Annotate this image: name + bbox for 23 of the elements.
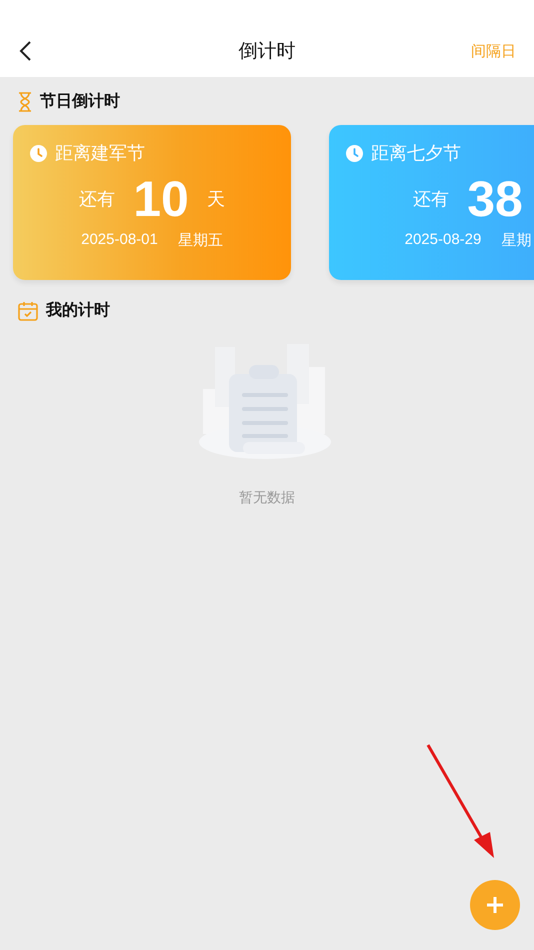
clock-icon <box>30 144 47 162</box>
days-unit: 天 <box>206 188 225 211</box>
page-title: 倒计时 <box>238 39 296 64</box>
hourglass-icon <box>18 92 32 112</box>
card-title: 距离建军节 <box>55 142 145 165</box>
calendar-icon <box>18 300 38 320</box>
plus-icon <box>485 895 505 915</box>
countdown-card[interactable]: 距离建军节 还有 10 天 2025-08-01 星期五 <box>13 125 291 280</box>
interval-day-link[interactable]: 间隔日 <box>471 42 516 60</box>
remaining-label: 还有 <box>413 188 450 211</box>
days-count: 38 <box>467 171 523 227</box>
countdown-card[interactable]: 距离七夕节 还有 38 2025-08-29 星期 <box>329 125 534 280</box>
card-title: 距离七夕节 <box>371 142 461 165</box>
card-date: 2025-08-01 <box>81 231 158 250</box>
card-weekday: 星期五 <box>178 231 223 250</box>
card-weekday: 星期 <box>501 231 532 250</box>
card-date: 2025-08-29 <box>404 231 482 250</box>
empty-message: 暂无数据 <box>239 489 295 507</box>
clock-icon <box>346 144 363 162</box>
section-title: 节日倒计时 <box>40 91 120 112</box>
section-title: 我的计时 <box>46 300 110 321</box>
remaining-label: 还有 <box>79 188 116 211</box>
days-count: 10 <box>133 171 189 227</box>
